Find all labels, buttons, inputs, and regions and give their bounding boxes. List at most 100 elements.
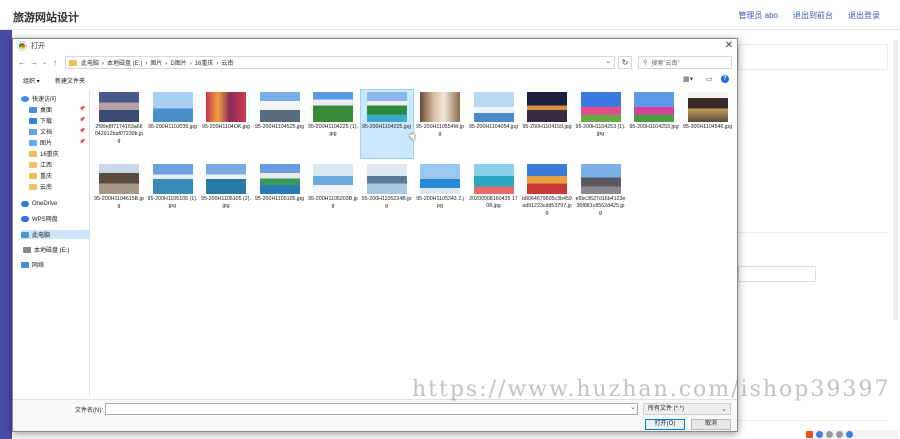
mic-icon[interactable] xyxy=(816,431,823,438)
file-name: 95-200H1105343 2.jpg xyxy=(416,196,464,209)
up-icon[interactable]: ↑ xyxy=(53,58,57,67)
nav-item[interactable]: 重庆 xyxy=(29,171,52,180)
file-item[interactable]: 95-200H1105203B.jpg xyxy=(307,162,359,230)
nav-item[interactable]: 本地磁盘 (E:) xyxy=(23,245,69,254)
new-folder-button[interactable]: 新建文件夹 xyxy=(55,76,85,85)
nav-item[interactable]: 16重庆 xyxy=(29,149,59,158)
image-thumbnail xyxy=(366,164,407,194)
nav-item[interactable]: WPS网盘 xyxy=(21,214,58,223)
dialog-title: 打开 xyxy=(31,43,45,50)
file-name: 95-200H1104546.jpg xyxy=(682,124,733,130)
breadcrumb-segment[interactable]: 云南 xyxy=(221,61,233,67)
file-item[interactable]: 95-200H110554W.jpg xyxy=(414,90,466,158)
file-name: 95-200H1104159.jpg xyxy=(522,124,572,130)
file-item[interactable]: 95-200H1104OK.jpg xyxy=(200,90,252,158)
pin-icon[interactable]: 📌 xyxy=(79,117,85,123)
chevron-down-icon[interactable]: ⌄ xyxy=(605,57,611,65)
nav-item[interactable]: OneDrive xyxy=(21,199,57,208)
file-item[interactable]: 95-200H110J039.jpg xyxy=(147,90,199,158)
nav-item[interactable]: 下载 xyxy=(29,116,52,125)
breadcrumb-separator: › xyxy=(145,61,148,67)
folder-icon xyxy=(29,183,37,190)
file-item[interactable]: 95-200H1104615B.jpg xyxy=(93,162,145,230)
refresh-button[interactable]: ↻ xyxy=(618,56,632,69)
organize-button[interactable]: 组织 ▾ xyxy=(23,76,40,85)
nav-admin-user[interactable]: 管理员 abo xyxy=(738,10,778,21)
nav-item[interactable]: 文档 xyxy=(29,127,52,136)
image-thumbnail xyxy=(527,164,567,194)
page-scrollbar[interactable] xyxy=(893,40,898,320)
file-item[interactable]: 95-200H1105105 (1).jpg xyxy=(147,162,199,230)
file-item[interactable]: 95-200H1104225.jpg xyxy=(359,89,414,159)
file-item[interactable]: 20200908160435 1708.jpg xyxy=(468,162,520,230)
search-input[interactable]: ⚲ 搜索"云南" xyxy=(638,56,732,69)
breadcrumb-segment[interactable]: 此电脑 xyxy=(81,61,99,67)
dialog-titlebar[interactable]: 打开 ✕ xyxy=(13,39,737,53)
folder-icon xyxy=(29,161,37,168)
file-item[interactable]: 95-200H1104225 (1).jpg xyxy=(307,90,359,158)
pin-icon[interactable]: 📌 xyxy=(79,139,85,145)
file-item[interactable]: b8064679505c3b459ad91223cdd53797.jpg xyxy=(521,162,573,230)
breadcrumb-segment[interactable]: 图片 xyxy=(150,61,162,67)
settings-icon[interactable] xyxy=(836,431,843,438)
breadcrumb-segment[interactable]: 16重庆 xyxy=(195,61,214,67)
ime-icon[interactable] xyxy=(806,431,813,438)
image-thumbnail xyxy=(420,92,460,122)
file-name: 95-200H1104054.jpg xyxy=(468,124,519,130)
image-thumbnail xyxy=(206,92,246,122)
close-icon[interactable]: ✕ xyxy=(725,40,733,51)
file-item[interactable]: e5bc3627d16b4123e36f881c8562d425.jpg xyxy=(575,162,627,230)
file-item[interactable]: 95-200H1104054.jpg xyxy=(468,90,520,158)
image-thumbnail xyxy=(313,164,353,194)
view-options-icon[interactable]: ▦▾ xyxy=(683,75,693,83)
background-input[interactable] xyxy=(738,266,816,282)
file-item[interactable]: 95-200H1104525.jpg xyxy=(254,90,306,158)
file-open-dialog: 打开 ✕ ← → ⌄ ↑ 此电脑 › 本地磁盘 (E:) › 图片 › D图片 › 16重庆 › 云… xyxy=(12,38,738,432)
breadcrumb-segment[interactable]: D图片 xyxy=(170,61,186,67)
image-thumbnail xyxy=(580,92,621,122)
file-item[interactable]: 95-200H1105343 2.jpg xyxy=(414,162,466,230)
dialog-footer: 文件名(N): ⌄ 所有文件 (*.*) ⌄ 打开(O) 取消 xyxy=(13,399,737,431)
address-bar[interactable]: 此电脑 › 本地磁盘 (E:) › 图片 › D图片 › 16重庆 › 云南 ⌄ xyxy=(65,56,615,69)
forward-icon[interactable]: → xyxy=(30,58,38,67)
file-item[interactable]: 2f99e8f7174163a66042912baf07230b.jpg xyxy=(93,90,145,158)
back-icon[interactable]: ← xyxy=(18,58,26,67)
keyboard-icon[interactable] xyxy=(826,431,833,438)
pin-icon[interactable]: 📌 xyxy=(79,128,85,134)
nav-item[interactable]: 云南 xyxy=(29,182,52,191)
file-item[interactable]: 95-200H1104253 (1).jpg xyxy=(575,90,627,158)
nav-item-label: 图片 xyxy=(40,141,53,147)
filetype-select[interactable]: 所有文件 (*.*) ⌄ xyxy=(643,403,731,415)
recent-dropdown-icon[interactable]: ⌄ xyxy=(42,59,47,66)
chevron-down-icon[interactable]: ⌄ xyxy=(630,403,636,411)
file-item[interactable]: 95-200H1104159.jpg xyxy=(521,90,573,158)
help-icon[interactable]: ? xyxy=(721,75,729,83)
nav-item[interactable]: 此电脑 xyxy=(21,230,90,239)
nav-item-label: 本地磁盘 (E:) xyxy=(34,248,70,254)
nav-logout[interactable]: 退出登录 xyxy=(848,10,880,21)
breadcrumb-segment[interactable]: 本地磁盘 (E:) xyxy=(107,61,142,67)
nav-item[interactable]: 图片 xyxy=(29,138,52,147)
nav-item[interactable]: 桌面 xyxy=(29,105,52,114)
file-item[interactable]: 95-200H1104546.jpg xyxy=(682,90,734,158)
nav-go-frontend[interactable]: 退出到前台 xyxy=(793,10,833,21)
image-thumbnail xyxy=(259,164,300,194)
nav-item-label: 重庆 xyxy=(40,174,53,180)
pin-icon[interactable]: 📌 xyxy=(79,106,85,112)
user-icon[interactable] xyxy=(846,431,853,438)
file-item[interactable]: 95-200H1105105 (2).jpg xyxy=(200,162,252,230)
nav-item-label: 文档 xyxy=(40,130,53,136)
nav-item[interactable]: 网络 xyxy=(21,260,44,269)
file-item[interactable]: 95-200H1105234B.jpg xyxy=(361,162,413,230)
preview-pane-icon[interactable]: ▭ xyxy=(706,75,713,83)
file-name: 95-200H1104225.jpg xyxy=(361,124,412,130)
cancel-button[interactable]: 取消 xyxy=(691,419,731,430)
filename-input[interactable] xyxy=(105,403,638,415)
file-item[interactable]: 95-200H1105105.jpg xyxy=(254,162,306,230)
file-item[interactable]: 95-200H1104253.jpg xyxy=(628,90,680,158)
image-thumbnail xyxy=(259,92,300,122)
nav-item[interactable]: 江西 xyxy=(29,160,52,169)
nav-item[interactable]: 快速访问 xyxy=(21,94,56,103)
open-button[interactable]: 打开(O) xyxy=(645,419,685,430)
app-header: 旅游网站设计 管理员 abo 退出到前台 退出登录 xyxy=(0,0,900,30)
